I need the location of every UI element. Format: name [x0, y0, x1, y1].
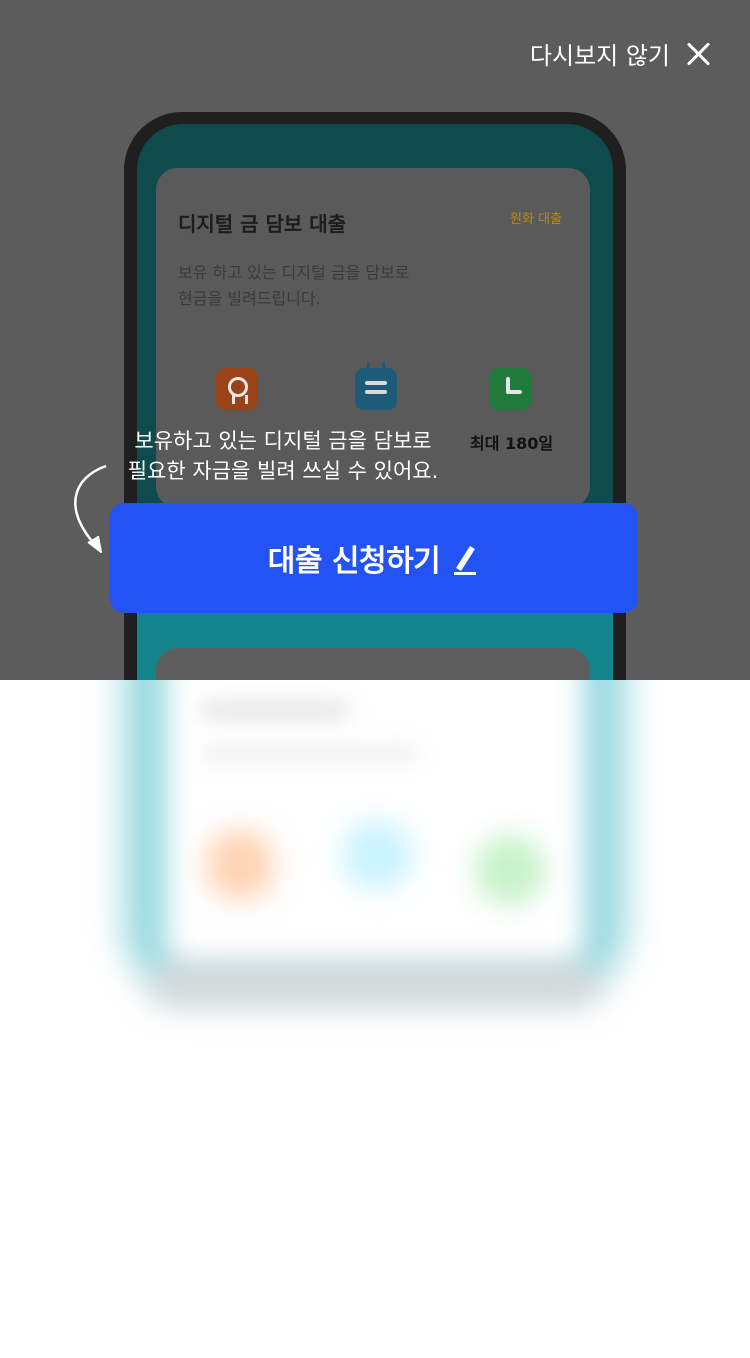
blurred-icon	[475, 835, 545, 905]
calendar-icon	[355, 362, 397, 410]
coachmark-line: 필요한 자금을 빌려 쓰실 수 있어요.	[127, 459, 439, 483]
card-title: 디지털 금 담보 대출	[178, 212, 347, 236]
card-description-line: 보유 하고 있는 디지털 금을 담보로	[178, 263, 410, 282]
coachmark-text: 보유하고 있는 디지털 금을 담보로 필요한 자금을 빌려 쓰실 수 있어요.	[118, 426, 448, 486]
feature-item: 최대 180일	[470, 368, 554, 454]
blurred-icon	[342, 820, 412, 890]
apply-loan-button[interactable]: 대출 신청하기	[110, 503, 638, 613]
clock-icon	[489, 368, 531, 410]
card-badge: 원화 대출	[510, 212, 562, 227]
curved-arrow-icon	[74, 464, 107, 553]
pencil-icon	[454, 546, 477, 575]
apply-loan-label[interactable]: 대출 신청하기	[268, 536, 441, 580]
dismiss-label[interactable]: 다시보지 않기	[530, 36, 670, 71]
blurred-icon	[205, 830, 275, 900]
feature-item	[197, 368, 277, 430]
close-icon[interactable]	[684, 40, 712, 68]
card-description: 보유 하고 있는 디지털 금을 담보로 현금을 빌려드립니다.	[178, 260, 478, 312]
blurred-line	[200, 700, 350, 720]
feature-item	[336, 362, 416, 430]
blurred-line	[200, 745, 420, 761]
coachmark-line: 보유하고 있는 디지털 금을 담보로	[134, 429, 432, 453]
blurred-shadow	[150, 965, 600, 1005]
feature-label: 최대 180일	[470, 434, 554, 453]
next-card	[156, 648, 590, 680]
card-description-line: 현금을 빌려드립니다.	[178, 289, 321, 308]
award-icon	[216, 368, 258, 410]
blurred-card	[165, 640, 585, 970]
dismiss-row[interactable]: 다시보지 않기	[530, 36, 712, 71]
dim-overlay: 다시보지 않기 디지털 금 담보 대출 원화 대출 보유 하고 있는 디지털 금…	[0, 0, 750, 680]
